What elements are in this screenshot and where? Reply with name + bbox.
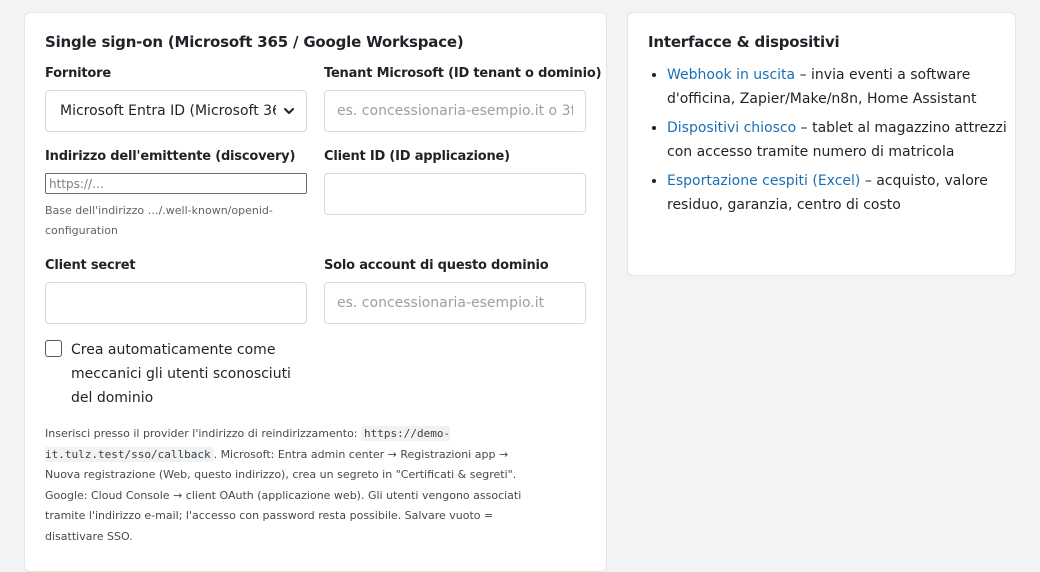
sso-help-text: Inserisci presso il provider l'indirizzo… [45,424,545,547]
list-item: Webhook in uscita – invia eventi a softw… [667,63,1012,111]
asset-export-link[interactable]: Esportazione cespiti (Excel) [667,173,860,189]
client-id-input[interactable] [324,173,586,215]
provider-select-value: Microsoft Entra ID (Microsoft 365) [60,103,276,119]
list-item: Dispositivi chiosco – tablet al magazzin… [667,116,1012,164]
domain-label: Solo account di questo dominio [324,258,549,273]
help-prefix: Inserisci presso il provider l'indirizzo… [45,427,361,440]
provider-select[interactable]: Microsoft Entra ID (Microsoft 365) [45,90,307,132]
kiosk-devices-link[interactable]: Dispositivi chiosco [667,120,796,136]
client-secret-input[interactable] [45,282,307,324]
webhooks-link[interactable]: Webhook in uscita [667,67,795,83]
client-secret-label: Client secret [45,258,136,273]
list-item: Esportazione cespiti (Excel) – acquisto,… [667,169,1012,217]
issuer-label: Indirizzo dell'emittente (discovery) [45,149,296,164]
issuer-input[interactable] [45,173,307,194]
interfaces-card: Interfacce & dispositivi Webhook in usci… [627,12,1016,276]
domain-input[interactable] [324,282,586,324]
autocreate-checkbox[interactable] [45,340,62,357]
issuer-hint: Base dell'indirizzo …/.well-known/openid… [45,204,273,237]
sso-card-title: Single sign-on (Microsoft 365 / Google W… [45,33,464,51]
sso-settings-card: Single sign-on (Microsoft 365 / Google W… [24,12,607,572]
interfaces-card-title: Interfacce & dispositivi [648,33,840,51]
tenant-input[interactable] [324,90,586,132]
tenant-label: Tenant Microsoft (ID tenant o dominio) [324,66,602,81]
interfaces-list: Webhook in uscita – invia eventi a softw… [648,63,1012,222]
chevron-down-icon [284,108,294,114]
client-id-label: Client ID (ID applicazione) [324,149,510,164]
autocreate-label[interactable]: Crea automaticamente come meccanici gli … [71,338,311,410]
provider-label: Fornitore [45,66,111,81]
